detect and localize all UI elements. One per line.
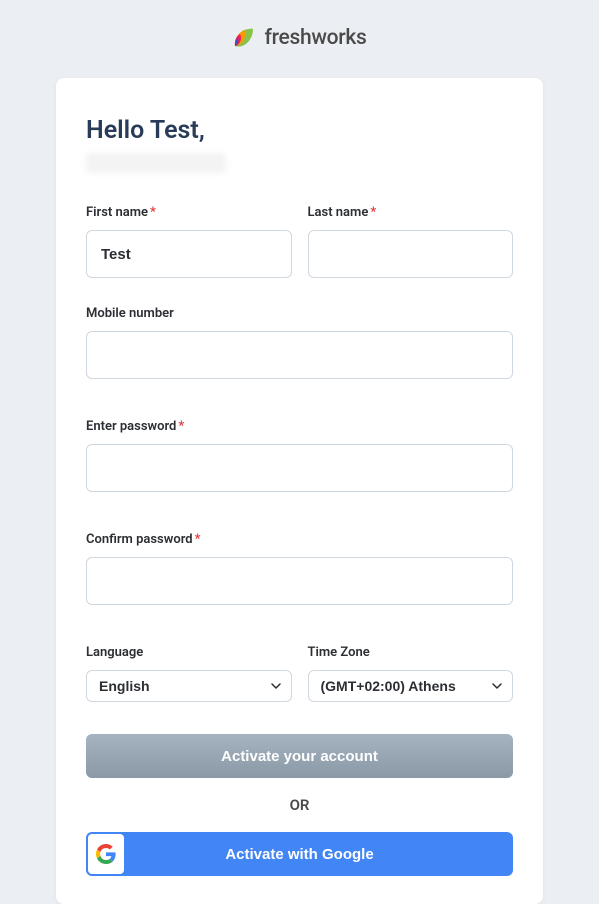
google-button-label: Activate with Google <box>124 846 511 863</box>
or-divider: OR <box>86 796 513 814</box>
password-field: Enter password* <box>86 419 513 492</box>
required-indicator: * <box>195 532 201 547</box>
mobile-input[interactable] <box>86 331 513 379</box>
google-icon <box>96 844 116 864</box>
last-name-label: Last name* <box>308 205 514 220</box>
greeting-title: Hello Test, <box>86 116 513 145</box>
confirm-password-input[interactable] <box>86 557 513 605</box>
first-name-input[interactable] <box>86 230 292 278</box>
required-indicator: * <box>370 205 376 220</box>
activation-card: Hello Test, First name* Last name* Mobil… <box>56 78 543 904</box>
logo-container: freshworks <box>0 0 599 70</box>
timezone-field: Time Zone (GMT+02:00) Athens <box>308 645 514 702</box>
user-email-blurred <box>86 153 226 173</box>
password-label: Enter password* <box>86 419 513 434</box>
password-input[interactable] <box>86 444 513 492</box>
activate-account-button[interactable]: Activate your account <box>86 734 513 778</box>
google-icon-box <box>88 834 124 874</box>
brand-name: freshworks <box>264 26 366 50</box>
confirm-password-field: Confirm password* <box>86 532 513 605</box>
required-indicator: * <box>178 419 184 434</box>
brand-logo: freshworks <box>232 26 366 50</box>
first-name-label: First name* <box>86 205 292 220</box>
last-name-field: Last name* <box>308 205 514 278</box>
language-label: Language <box>86 645 292 660</box>
mobile-field: Mobile number <box>86 306 513 379</box>
last-name-input[interactable] <box>308 230 514 278</box>
language-select[interactable]: English <box>86 670 292 702</box>
language-field: Language English <box>86 645 292 702</box>
timezone-select[interactable]: (GMT+02:00) Athens <box>308 670 514 702</box>
activate-with-google-button[interactable]: Activate with Google <box>86 832 513 876</box>
first-name-field: First name* <box>86 205 292 278</box>
required-indicator: * <box>150 205 156 220</box>
timezone-label: Time Zone <box>308 645 514 660</box>
mobile-label: Mobile number <box>86 306 513 321</box>
confirm-password-label: Confirm password* <box>86 532 513 547</box>
freshworks-leaf-icon <box>232 26 256 50</box>
